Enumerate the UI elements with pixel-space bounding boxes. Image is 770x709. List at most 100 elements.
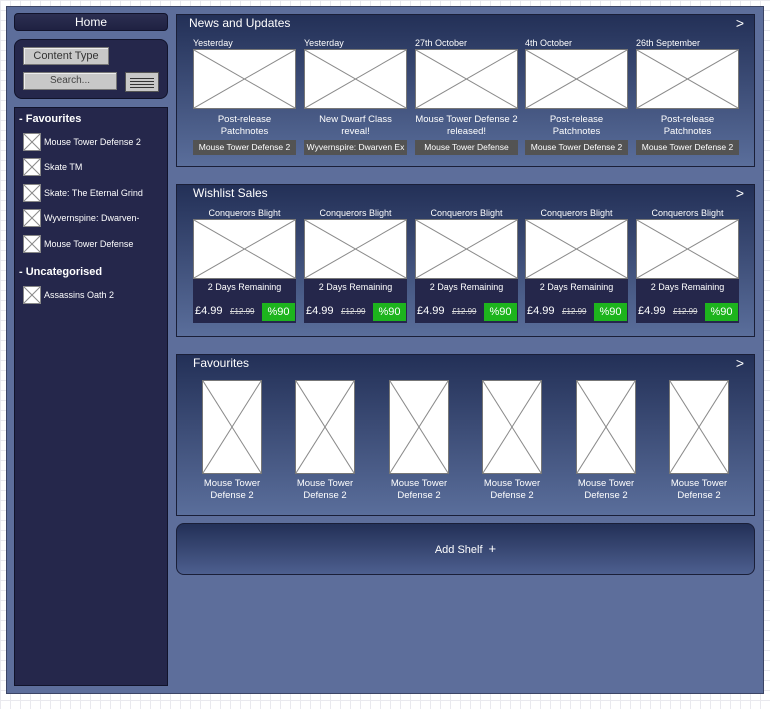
sale-game-title: Conquerors Blight: [208, 208, 281, 218]
library-item[interactable]: Mouse Tower Defense 2: [23, 132, 167, 152]
menu-icon[interactable]: [125, 72, 159, 92]
search-input[interactable]: Search...: [23, 72, 117, 90]
placeholder-cross-icon: [305, 220, 406, 278]
placeholder-cross-icon: [24, 159, 40, 175]
placeholder-cross-icon: [637, 220, 738, 278]
favourite-card[interactable]: Mouse Tower Defense 2: [285, 380, 365, 502]
placeholder-cross-icon: [296, 381, 354, 473]
favourite-card[interactable]: Mouse Tower Defense 2: [192, 380, 272, 502]
sale-image-placeholder: [636, 219, 739, 279]
sale-card[interactable]: Conquerors Blight 2 Days Remaining £4.99…: [525, 208, 628, 323]
plus-icon: +: [488, 541, 497, 556]
library-list: - Favourites Mouse Tower Defense 2 Skate…: [14, 107, 168, 686]
original-price: £12.99: [673, 307, 698, 316]
news-game-tag: Wyvernspire: Dwarven Ex: [304, 140, 407, 155]
library-item[interactable]: Assassins Oath 2: [23, 285, 167, 305]
placeholder-cross-icon: [526, 50, 627, 108]
shelf-title: Favourites: [193, 356, 250, 370]
sale-card[interactable]: Conquerors Blight 2 Days Remaining £4.99…: [636, 208, 739, 323]
favourites-shelf: Favourites > Mouse Tower Defense 2 Mouse…: [176, 354, 755, 516]
news-date: 26th September: [636, 38, 701, 48]
placeholder-cross-icon: [637, 50, 738, 108]
library-item[interactable]: Wyvernspine: Dwarven-: [23, 208, 167, 228]
library-item[interactable]: Skate: The Eternal Grind: [23, 183, 167, 203]
original-price: £12.99: [452, 307, 477, 316]
game-thumbnail: [23, 286, 41, 304]
news-card[interactable]: 26th September Post-release Patchnotes M…: [636, 38, 739, 155]
library-item[interactable]: Skate TM: [23, 157, 167, 177]
placeholder-cross-icon: [24, 134, 40, 150]
placeholder-cross-icon: [194, 220, 295, 278]
news-game-tag: Mouse Tower Defense: [415, 140, 518, 155]
placeholder-cross-icon: [305, 50, 406, 108]
sale-time-remaining: 2 Days Remaining: [318, 282, 393, 292]
game-thumbnail: [23, 133, 41, 151]
news-card[interactable]: Yesterday Post-release Patchnotes Mouse …: [193, 38, 296, 155]
cover-image-placeholder: [482, 380, 542, 474]
favourite-card[interactable]: Mouse Tower Defense 2: [566, 380, 646, 502]
news-date: 27th October: [415, 38, 468, 48]
placeholder-cross-icon: [670, 381, 728, 473]
placeholder-cross-icon: [24, 236, 40, 252]
news-game-tag: Mouse Tower Defense 2: [636, 140, 739, 155]
discount-badge: %90: [594, 303, 627, 321]
news-date: Yesterday: [304, 38, 344, 48]
sale-card[interactable]: Conquerors Blight 2 Days Remaining £4.99…: [415, 208, 518, 323]
filter-panel: Content Type Search...: [14, 39, 168, 99]
sale-price: £4.99: [527, 305, 555, 317]
library-item-label: Assassins Oath 2: [44, 290, 115, 300]
favourite-card[interactable]: Mouse Tower Defense 2: [472, 380, 552, 502]
shelf-title: News and Updates: [189, 16, 291, 30]
home-button[interactable]: Home: [14, 13, 168, 31]
cover-image-placeholder: [576, 380, 636, 474]
news-date: Yesterday: [193, 38, 233, 48]
cover-image-placeholder: [202, 380, 262, 474]
sale-game-title: Conquerors Blight: [540, 208, 613, 218]
library-item-label: Skate TM: [44, 162, 83, 172]
group-heading-favourites[interactable]: - Favourites: [19, 113, 81, 125]
placeholder-cross-icon: [24, 287, 40, 303]
add-shelf-button[interactable]: Add Shelf +: [176, 523, 755, 575]
placeholder-cross-icon: [24, 210, 40, 226]
shelf-title: Wishlist Sales: [193, 186, 268, 200]
news-shelf: News and Updates > Yesterday Post-releas…: [176, 14, 755, 167]
sale-time-remaining: 2 Days Remaining: [539, 282, 614, 292]
sale-game-title: Conquerors Blight: [319, 208, 392, 218]
sale-image-placeholder: [415, 219, 518, 279]
news-image-placeholder: [525, 49, 628, 109]
favourite-card[interactable]: Mouse Tower Defense 2: [659, 380, 739, 502]
cover-image-placeholder: [295, 380, 355, 474]
library-item-label: Skate: The Eternal Grind: [44, 188, 143, 198]
news-image-placeholder: [636, 49, 739, 109]
sale-card[interactable]: Conquerors Blight 2 Days Remaining £4.99…: [304, 208, 407, 323]
discount-badge: %90: [262, 303, 295, 321]
content-type-button[interactable]: Content Type: [23, 47, 109, 65]
add-shelf-label: Add Shelf: [434, 544, 483, 556]
sale-time-remaining: 2 Days Remaining: [429, 282, 504, 292]
news-card[interactable]: 27th October Mouse Tower Defense 2 relea…: [415, 38, 518, 155]
placeholder-cross-icon: [203, 381, 261, 473]
original-price: £12.99: [341, 307, 366, 316]
placeholder-cross-icon: [416, 220, 517, 278]
next-arrow-icon[interactable]: >: [736, 185, 744, 201]
news-image-placeholder: [304, 49, 407, 109]
news-image-placeholder: [415, 49, 518, 109]
sale-game-title: Conquerors Blight: [430, 208, 503, 218]
cover-image-placeholder: [669, 380, 729, 474]
favourite-title: Mouse Tower Defense 2: [296, 478, 354, 501]
next-arrow-icon[interactable]: >: [736, 355, 744, 371]
news-game-tag: Mouse Tower Defense 2: [193, 140, 296, 155]
discount-badge: %90: [484, 303, 517, 321]
news-title: Post-release Patchnotes: [217, 114, 272, 137]
library-item[interactable]: Mouse Tower Defense: [23, 234, 167, 254]
placeholder-cross-icon: [24, 185, 40, 201]
favourite-card[interactable]: Mouse Tower Defense 2: [379, 380, 459, 502]
news-card[interactable]: Yesterday New Dwarf Class reveal! Wyvern…: [304, 38, 407, 155]
next-arrow-icon[interactable]: >: [736, 15, 744, 31]
favourite-title: Mouse Tower Defense 2: [203, 478, 261, 501]
news-card[interactable]: 4th October Post-release Patchnotes Mous…: [525, 38, 628, 155]
group-heading-uncategorised[interactable]: - Uncategorised: [19, 266, 102, 278]
sale-card[interactable]: Conquerors Blight 2 Days Remaining £4.99…: [193, 208, 296, 323]
library-item-label: Wyvernspine: Dwarven-: [44, 213, 140, 223]
game-thumbnail: [23, 235, 41, 253]
